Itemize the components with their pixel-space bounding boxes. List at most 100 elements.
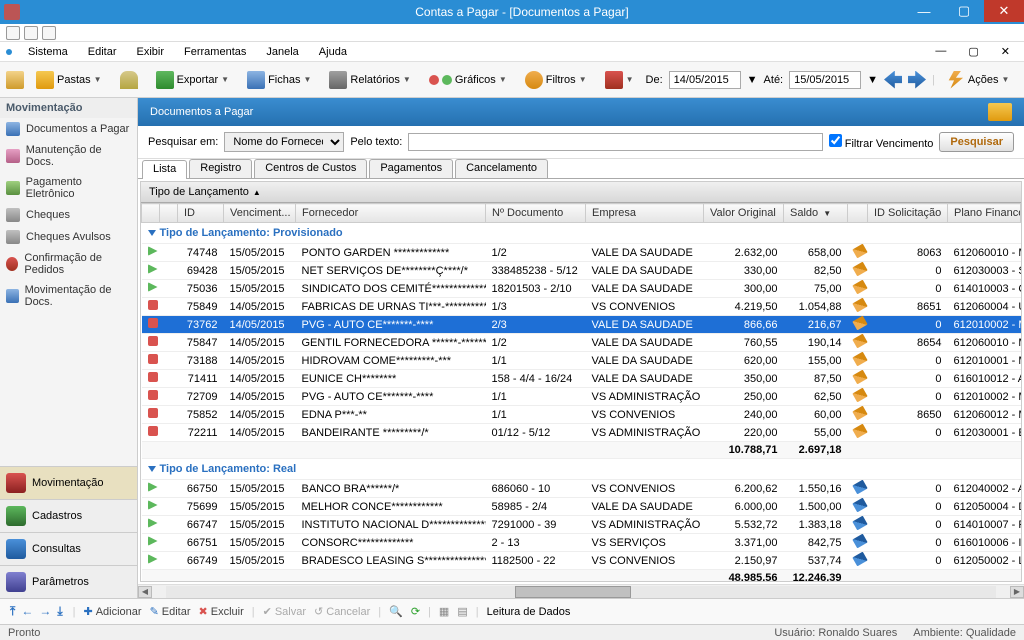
qa-icon[interactable] xyxy=(42,26,56,40)
table-row[interactable]: 7270914/05/2015PVG - AUTO CE*******-****… xyxy=(142,388,1021,406)
clip-button[interactable] xyxy=(114,67,144,93)
menu-sistema[interactable]: Sistema xyxy=(20,44,76,60)
table-row[interactable]: 7503615/05/2015SINDICATO DOS CEMITÉ*****… xyxy=(142,280,1021,298)
col-header[interactable]: Fornecedor xyxy=(296,204,486,223)
tab-Registro[interactable]: Registro xyxy=(189,159,252,178)
menu-exibir[interactable]: Exibir xyxy=(129,44,173,60)
next-icon[interactable]: → xyxy=(37,604,53,619)
filter-venc-check[interactable]: Filtrar Vencimento xyxy=(829,134,934,150)
col-header[interactable]: Saldo ▼ xyxy=(784,204,848,223)
pastas-button[interactable]: Pastas▼ xyxy=(30,67,108,93)
refresh-icon[interactable]: ⟳ xyxy=(411,605,420,618)
fichas-button[interactable]: Fichas▼ xyxy=(241,67,317,93)
nav-back-icon[interactable] xyxy=(884,71,902,89)
group-row[interactable]: Tipo de Lançamento: Real xyxy=(142,459,1021,480)
record-nav[interactable]: ⤒ ← → ⤓ xyxy=(8,604,65,619)
col-header[interactable] xyxy=(160,204,178,223)
group-row[interactable]: Tipo de Lançamento: Provisionado xyxy=(142,223,1021,244)
sidebar-cat[interactable]: Cadastros xyxy=(0,499,137,532)
acoes-button[interactable]: Ações▼ xyxy=(941,67,1016,93)
table-row[interactable]: 6942815/05/2015NET SERVIÇOS DE********Ç*… xyxy=(142,262,1021,280)
table-row[interactable]: 7569915/05/2015MELHOR CONCE************5… xyxy=(142,498,1021,516)
col-header[interactable]: ID xyxy=(178,204,224,223)
exportar-button[interactable]: Exportar▼ xyxy=(150,67,236,93)
sidebar-cat[interactable]: Parâmetros xyxy=(0,565,137,598)
relatorios-button[interactable]: Relatórios▼ xyxy=(323,67,416,93)
dd-icon[interactable]: ▼ xyxy=(867,74,878,86)
col-header[interactable]: Empresa xyxy=(586,204,704,223)
sidebar-item[interactable]: Pagamento Eletrônico xyxy=(0,172,137,204)
col-header[interactable]: Venciment... ▲ xyxy=(224,204,296,223)
grid-icon[interactable]: ▦ xyxy=(439,605,449,618)
maximize-button[interactable]: ▢ xyxy=(944,0,984,22)
graficos-button[interactable]: Gráficos▼ xyxy=(423,70,513,90)
col-header[interactable] xyxy=(848,204,868,223)
table-row[interactable]: 6674715/05/2015INSTITUTO NACIONAL D*****… xyxy=(142,516,1021,534)
tab-Pagamentos[interactable]: Pagamentos xyxy=(369,159,453,178)
tab-Lista[interactable]: Lista xyxy=(142,160,187,179)
group-by-header[interactable]: Tipo de Lançamento ▲ xyxy=(141,182,1021,203)
scroll-left-icon[interactable]: ◀ xyxy=(138,586,152,598)
date-to-input[interactable] xyxy=(789,71,861,89)
adicionar-button[interactable]: ✚Adicionar xyxy=(83,605,141,618)
table-row[interactable]: 7376214/05/2015PVG - AUTO CE*******-****… xyxy=(142,316,1021,334)
mdi-close-icon[interactable]: ✕ xyxy=(993,43,1018,60)
new-doc-icon[interactable] xyxy=(6,71,24,89)
tab-Cancelamento[interactable]: Cancelamento xyxy=(455,159,548,178)
menu-janela[interactable]: Janela xyxy=(258,44,306,60)
last-icon[interactable]: ⤓ xyxy=(55,604,64,619)
minimize-button[interactable]: — xyxy=(904,0,944,22)
prev-icon[interactable]: ← xyxy=(19,604,35,619)
table-row[interactable]: 7474815/05/2015PONTO GARDEN ************… xyxy=(142,244,1021,262)
menu-ajuda[interactable]: Ajuda xyxy=(311,44,355,60)
nav-fwd-icon[interactable] xyxy=(908,71,926,89)
search-input[interactable] xyxy=(408,133,822,151)
sidebar-cat[interactable]: Movimentação xyxy=(0,466,137,499)
sidebar-item[interactable]: Manutenção de Docs. xyxy=(0,140,137,172)
search-combo[interactable]: Nome do Fornecedor xyxy=(224,132,344,152)
mdi-min-icon[interactable]: — xyxy=(927,43,954,60)
qa-icon[interactable] xyxy=(6,26,20,40)
qa-icon[interactable] xyxy=(24,26,38,40)
search-button[interactable]: Pesquisar xyxy=(939,132,1014,152)
col-header[interactable]: Nº Documento xyxy=(486,204,586,223)
col-header[interactable]: ID Solicitação xyxy=(868,204,948,223)
table-row[interactable]: 6674915/05/2015BRADESCO LEASING S*******… xyxy=(142,552,1021,570)
tab-Centros de Custos[interactable]: Centros de Custos xyxy=(254,159,367,178)
first-icon[interactable]: ⤒ xyxy=(8,604,17,619)
salvar-button[interactable]: ✔Salvar xyxy=(263,605,306,618)
mdi-max-icon[interactable]: ▢ xyxy=(960,43,986,60)
filtros-button[interactable]: Filtros▼ xyxy=(519,67,593,93)
sidebar-cat[interactable]: Consultas xyxy=(0,532,137,565)
col-header[interactable]: Plano Financeiro xyxy=(948,204,1021,223)
menu-editar[interactable]: Editar xyxy=(80,44,125,60)
col-header[interactable] xyxy=(142,204,160,223)
table-row[interactable]: 6675115/05/2015CONSORC*************2 - 1… xyxy=(142,534,1021,552)
sidebar-item[interactable]: Confirmação de Pedidos xyxy=(0,248,137,280)
editar-button[interactable]: ✎Editar xyxy=(150,605,191,618)
table-row[interactable]: 7584714/05/2015GENTIL FORNECEDORA ******… xyxy=(142,334,1021,352)
col-header[interactable]: Valor Original xyxy=(704,204,784,223)
table-row[interactable]: 6675015/05/2015BANCO BRA******/*686060 -… xyxy=(142,480,1021,498)
cal-button[interactable]: ▼ xyxy=(599,67,640,93)
scroll-right-icon[interactable]: ▶ xyxy=(1010,586,1024,598)
dd-icon[interactable]: ▼ xyxy=(747,74,758,86)
grid[interactable]: Tipo de Lançamento ▲ IDVenciment... ▲For… xyxy=(140,181,1022,582)
table-row[interactable]: 7585214/05/2015EDNA P***-**1/1VS CONVENI… xyxy=(142,406,1021,424)
search-icon[interactable]: 🔍 xyxy=(389,605,403,618)
grid-icon2[interactable]: ▤ xyxy=(457,605,467,618)
close-button[interactable]: ✕ xyxy=(984,0,1024,22)
table-row[interactable]: 7141114/05/2015EUNICE CH********158 - 4/… xyxy=(142,370,1021,388)
cancelar-button[interactable]: ↺Cancelar xyxy=(314,605,370,618)
sidebar-item[interactable]: Movimentação de Docs. xyxy=(0,280,137,312)
date-from-input[interactable] xyxy=(669,71,741,89)
sidebar-item[interactable]: Cheques Avulsos xyxy=(0,226,137,248)
scroll-thumb[interactable] xyxy=(515,586,631,598)
sidebar-item[interactable]: Documentos a Pagar xyxy=(0,118,137,140)
menu-ferramentas[interactable]: Ferramentas xyxy=(176,44,254,60)
table-row[interactable]: 7221114/05/2015BANDEIRANTE *********/*01… xyxy=(142,424,1021,442)
table-row[interactable]: 7584914/05/2015FABRICAS DE URNAS TI***-*… xyxy=(142,298,1021,316)
h-scrollbar[interactable]: ◀ ▶ xyxy=(138,584,1024,598)
sidebar-item[interactable]: Cheques xyxy=(0,204,137,226)
table-row[interactable]: 7318814/05/2015HIDROVAM COME*********-**… xyxy=(142,352,1021,370)
